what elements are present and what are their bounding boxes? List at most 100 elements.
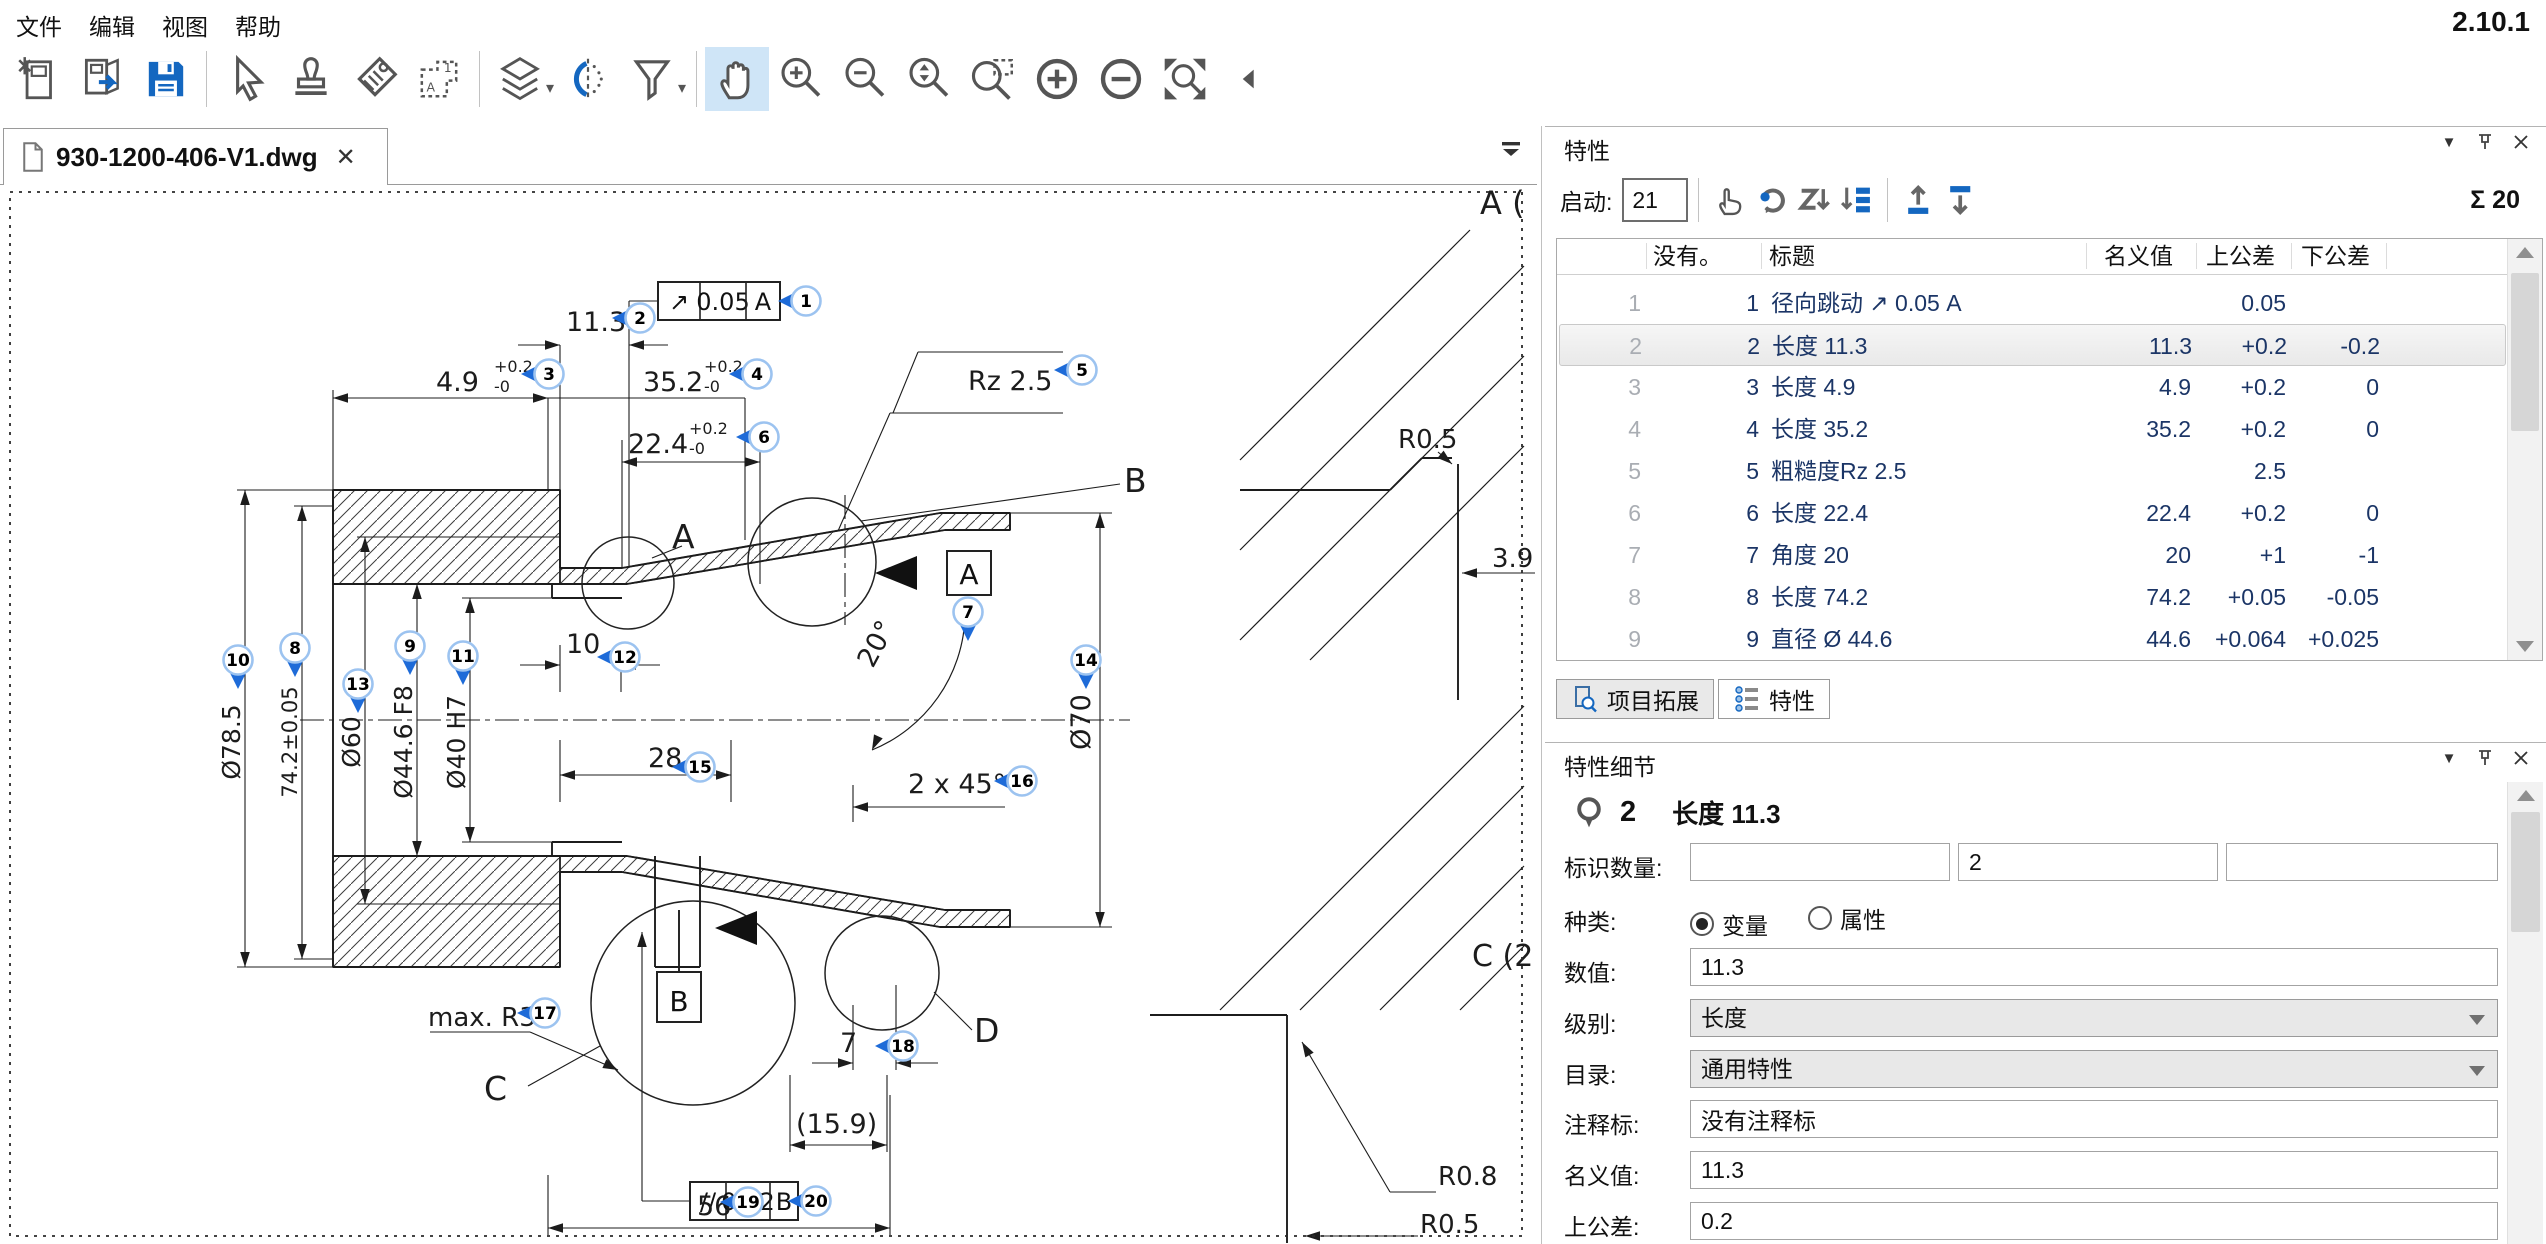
- new-file-button[interactable]: [6, 47, 70, 111]
- panel-dropdown-icon[interactable]: ▼: [2438, 131, 2460, 153]
- kind-radio-2[interactable]: 属性: [1808, 901, 1886, 935]
- start-input[interactable]: [1622, 178, 1688, 222]
- table-scrollbar[interactable]: [2507, 239, 2542, 660]
- nominal-field[interactable]: [1690, 1151, 2498, 1189]
- move-up-icon[interactable]: [1898, 179, 1940, 221]
- table-row[interactable]: 33长度 4.94.9+0.20: [1559, 366, 2506, 408]
- select-cursor-button[interactable]: [215, 47, 279, 111]
- renumber-icon[interactable]: [1751, 179, 1793, 221]
- balloon-marker-18[interactable]: 18: [875, 1032, 918, 1061]
- decrease-button[interactable]: [1089, 47, 1153, 111]
- table-row[interactable]: 22长度 11.311.3+0.2-0.2: [1559, 324, 2506, 366]
- table-row[interactable]: 77角度 2020+1-1: [1559, 534, 2506, 576]
- details-scrollbar[interactable]: [2507, 782, 2543, 1244]
- list-order-icon[interactable]: [1835, 179, 1877, 221]
- move-down-icon[interactable]: [1940, 179, 1982, 221]
- region-tool-button[interactable]: [407, 47, 471, 111]
- tab-close-icon[interactable]: ✕: [336, 143, 356, 172]
- menu-item-1[interactable]: 文件: [10, 6, 68, 44]
- panel-close-icon[interactable]: [2510, 747, 2532, 769]
- note-field[interactable]: [1690, 1100, 2498, 1138]
- scroll-up-icon[interactable]: [2517, 790, 2535, 801]
- catalog-label: 目录:: [1564, 1056, 1616, 1090]
- properties-table[interactable]: 没有。 标题 名义值上公差下公差 11径向跳动 ↗ 0.05 A0.0522长度 1…: [1556, 238, 2543, 661]
- balloon-marker-8[interactable]: 8: [281, 634, 310, 678]
- zoom-fit-button[interactable]: [1153, 47, 1217, 111]
- table-row[interactable]: 44长度 35.235.2+0.20: [1559, 408, 2506, 450]
- collapse-arrow-button[interactable]: [1217, 47, 1281, 111]
- panel-divider[interactable]: [1541, 126, 1542, 1244]
- menu-item-2[interactable]: 编辑: [83, 6, 141, 44]
- tag-tool-button[interactable]: [343, 47, 407, 111]
- save-file-button[interactable]: [134, 47, 198, 111]
- zoom-out-button[interactable]: [833, 47, 897, 111]
- details-panel-title: 特性细节: [1564, 748, 1656, 782]
- column-header[interactable]: 下公差: [2301, 239, 2370, 273]
- table-row[interactable]: 88长度 74.274.2+0.05-0.05: [1559, 576, 2506, 618]
- upper-tolerance-field[interactable]: [1690, 1202, 2498, 1240]
- zoom-in-button[interactable]: [769, 47, 833, 111]
- balloon-marker-12[interactable]: 12: [597, 643, 640, 672]
- table-row[interactable]: 11径向跳动 ↗ 0.05 A0.05: [1559, 282, 2506, 324]
- balloon-marker-10[interactable]: 10: [224, 646, 253, 690]
- balloon-marker-13[interactable]: 13: [344, 670, 373, 714]
- sort-icon[interactable]: [1793, 179, 1835, 221]
- drawing-canvas[interactable]: ↗0.05A//0.02BAB11.34.9+0.2-035.2+0.2-022…: [0, 185, 1537, 1244]
- column-header[interactable]: 标题: [1769, 239, 1815, 273]
- zoom-window-button[interactable]: [961, 47, 1025, 111]
- zoom-dynamic-button[interactable]: [897, 47, 961, 111]
- level-select[interactable]: 长度: [1690, 999, 2498, 1037]
- pick-annotation-icon[interactable]: [1709, 179, 1751, 221]
- view-tab-2[interactable]: 特性: [1718, 679, 1830, 719]
- column-header[interactable]: 上公差: [2206, 239, 2275, 273]
- svg-text:2: 2: [634, 309, 646, 329]
- increase-button[interactable]: [1025, 47, 1089, 111]
- panel-pin-icon[interactable]: [2474, 131, 2496, 153]
- dimension-text: 56: [697, 1191, 731, 1222]
- id-count-field-2[interactable]: [1958, 843, 2218, 881]
- scroll-up-icon[interactable]: [2516, 247, 2534, 258]
- layers-tool-button[interactable]: [488, 47, 552, 111]
- svg-text:4: 4: [751, 365, 763, 385]
- menu-bar: 文件编辑视图帮助: [0, 0, 2546, 40]
- dimension-text: 10: [566, 629, 600, 660]
- balloon-marker-11[interactable]: 11: [449, 642, 478, 686]
- id-count-field-3[interactable]: [2226, 843, 2498, 881]
- column-header[interactable]: 名义值: [2104, 239, 2173, 273]
- kind-radio-1[interactable]: 变量: [1690, 907, 1768, 941]
- value-field[interactable]: [1690, 948, 2498, 986]
- menu-item-4[interactable]: 帮助: [229, 6, 287, 44]
- scrollbar-thumb[interactable]: [2511, 812, 2540, 932]
- id-count-field-1[interactable]: [1690, 843, 1950, 881]
- stamp-tool-button[interactable]: [279, 47, 343, 111]
- open-file-button[interactable]: [70, 47, 134, 111]
- balloon-marker-6[interactable]: 6: [736, 423, 779, 452]
- dimension-text: C (2: [1472, 939, 1533, 974]
- balloon-marker-1[interactable]: 1: [778, 287, 821, 316]
- table-row[interactable]: 55粗糙度Rz 2.52.5: [1559, 450, 2506, 492]
- balloon-marker-9[interactable]: 9: [396, 632, 425, 676]
- filter-tool-button[interactable]: [620, 47, 684, 111]
- panel-close-icon[interactable]: [2510, 131, 2532, 153]
- view-tab-1[interactable]: 项目拓展: [1556, 679, 1714, 719]
- panel-pin-icon[interactable]: [2474, 747, 2496, 769]
- pan-tool-button[interactable]: [705, 47, 769, 111]
- column-header[interactable]: 没有。: [1653, 239, 1722, 273]
- tab-list-icon[interactable]: [1499, 140, 1523, 166]
- balloon-marker-14[interactable]: 14: [1072, 646, 1101, 690]
- table-row[interactable]: 66长度 22.422.4+0.20: [1559, 492, 2506, 534]
- mirror-tool-button[interactable]: [556, 47, 620, 111]
- panel-dropdown-icon[interactable]: ▼: [2438, 747, 2460, 769]
- chevron-down-icon: [2469, 1066, 2485, 1076]
- catalog-select[interactable]: 通用特性: [1690, 1050, 2498, 1088]
- menu-item-3[interactable]: 视图: [156, 6, 214, 44]
- scrollbar-thumb[interactable]: [2511, 273, 2539, 431]
- nominal-label: 名义值:: [1564, 1157, 1639, 1191]
- balloon-marker-5[interactable]: 5: [1054, 356, 1097, 385]
- table-row[interactable]: 99直径 Ø 44.644.6+0.064+0.025: [1559, 618, 2506, 660]
- cell-lower: -0.2: [2340, 325, 2380, 367]
- document-tab[interactable]: 930-1200-406-V1.dwg ✕: [3, 128, 388, 185]
- upper-tolerance-row: 上公差:: [1564, 1202, 2544, 1242]
- balloon-marker-7[interactable]: 7: [954, 598, 983, 642]
- scroll-down-icon[interactable]: [2516, 641, 2534, 652]
